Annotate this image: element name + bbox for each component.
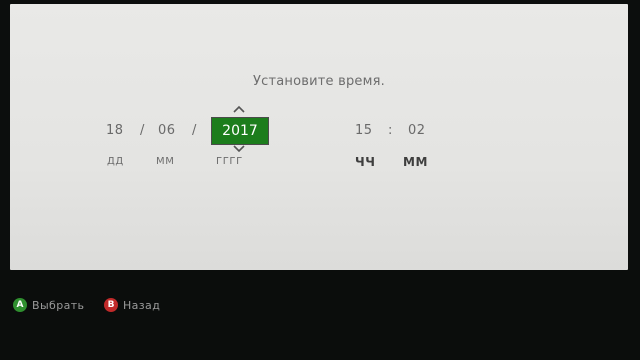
date-separator-1: /: [140, 123, 145, 138]
day-field[interactable]: 18: [106, 117, 124, 145]
page-title: Установите время.: [253, 74, 385, 89]
minutes-field[interactable]: 02: [408, 117, 426, 145]
back-button[interactable]: B Назад: [104, 296, 160, 314]
month-field[interactable]: 06: [158, 117, 176, 145]
b-button-icon: B: [104, 298, 118, 312]
year-field[interactable]: 2017: [211, 117, 269, 145]
chevron-up-icon[interactable]: [232, 105, 246, 113]
time-separator: :: [388, 123, 393, 138]
a-button-icon: A: [13, 298, 27, 312]
hours-field[interactable]: 15: [355, 117, 373, 145]
select-button-label: Выбрать: [32, 298, 85, 312]
hours-unit-label: ЧЧ: [355, 155, 376, 169]
year-unit-label: ГГГГ: [216, 156, 243, 167]
day-unit-label: ДД: [107, 156, 124, 167]
screen: Установите время. 18 / 06 / 2017 ДД ММ Г…: [0, 0, 640, 360]
chevron-down-icon[interactable]: [232, 145, 246, 153]
select-button[interactable]: A Выбрать: [13, 296, 84, 314]
minutes-unit-label: ММ: [403, 155, 429, 169]
date-separator-2: /: [192, 123, 197, 138]
date-time-panel: Установите время. 18 / 06 / 2017 ДД ММ Г…: [10, 4, 628, 270]
button-hints-bar: [0, 270, 640, 360]
back-button-label: Назад: [123, 298, 161, 312]
month-unit-label: ММ: [156, 156, 175, 167]
